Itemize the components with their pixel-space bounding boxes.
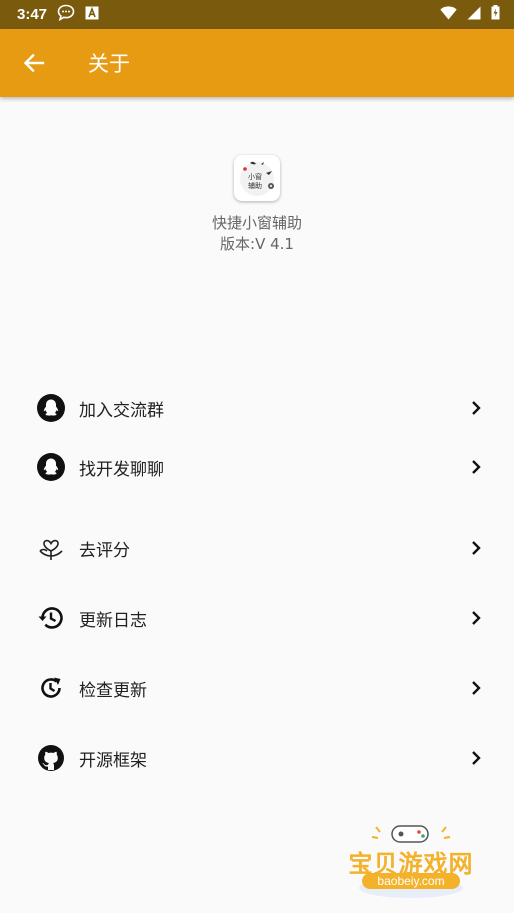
status-time: 3:47 <box>17 6 48 23</box>
chevron-right-icon <box>472 460 481 474</box>
chevron-right-icon <box>472 611 481 625</box>
qq-penguin-icon <box>36 452 66 482</box>
battery-charging-icon <box>491 5 500 24</box>
app-logo-text-line-2: 辅助 <box>248 182 262 190</box>
menu-item-label: 找开发聊聊 <box>79 459 164 480</box>
menu-item-label: 更新日志 <box>79 610 147 631</box>
chevron-right-icon <box>472 401 481 415</box>
status-left: 3:47 <box>17 4 99 25</box>
signal-icon <box>467 5 481 24</box>
github-icon <box>36 743 66 773</box>
menu-item-label: 加入交流群 <box>79 400 164 421</box>
menu-item-label: 检查更新 <box>79 680 147 701</box>
menu-item-rate[interactable]: 去评分 <box>0 513 514 583</box>
app-logo-text: 小窗 辅助 <box>248 173 262 191</box>
chat-bubble-icon <box>57 4 75 25</box>
chevron-right-icon <box>472 681 481 695</box>
status-bar: 3:47 <box>0 0 514 29</box>
menu-item-check-update[interactable]: 检查更新 <box>0 653 514 723</box>
flower-heart-icon <box>36 533 66 563</box>
watermark-logo: 宝贝游戏网 baobeiy.com <box>340 822 482 900</box>
history-icon <box>36 603 66 633</box>
qq-penguin-icon <box>36 393 66 423</box>
app-logo-text-line-1: 小窗 <box>248 173 262 181</box>
app-name: 快捷小窗辅助 <box>211 214 302 232</box>
menu-item-join-group[interactable]: 加入交流群 <box>0 373 514 443</box>
clock-refresh-icon <box>36 673 66 703</box>
status-right <box>440 5 500 24</box>
chevron-right-icon <box>472 541 481 555</box>
app-logo: 小窗 辅助 <box>234 155 280 201</box>
a-badge-icon <box>85 5 99 24</box>
menu-item-open-source[interactable]: 开源框架 <box>0 723 514 793</box>
wifi-icon <box>440 5 457 24</box>
menu-item-changelog[interactable]: 更新日志 <box>0 583 514 653</box>
chevron-right-icon <box>472 751 481 765</box>
watermark-domain: baobeiy.com <box>362 873 460 889</box>
page-title: 关于 <box>88 52 130 76</box>
app-version: 版本:V 4.1 <box>220 235 294 253</box>
menu-item-chat-developer[interactable]: 找开发聊聊 <box>0 443 514 491</box>
arrow-left-icon <box>23 53 45 73</box>
app-info: 小窗 辅助 快捷小窗辅助 版本:V 4.1 <box>0 155 514 255</box>
menu-item-label: 去评分 <box>79 540 130 561</box>
back-button[interactable] <box>0 29 68 97</box>
app-bar: 关于 <box>0 29 514 97</box>
menu-item-label: 开源框架 <box>79 750 147 771</box>
about-menu: 加入交流群 找开发聊聊 去评分 更新日志 检查更新 开源框架 <box>0 373 514 793</box>
